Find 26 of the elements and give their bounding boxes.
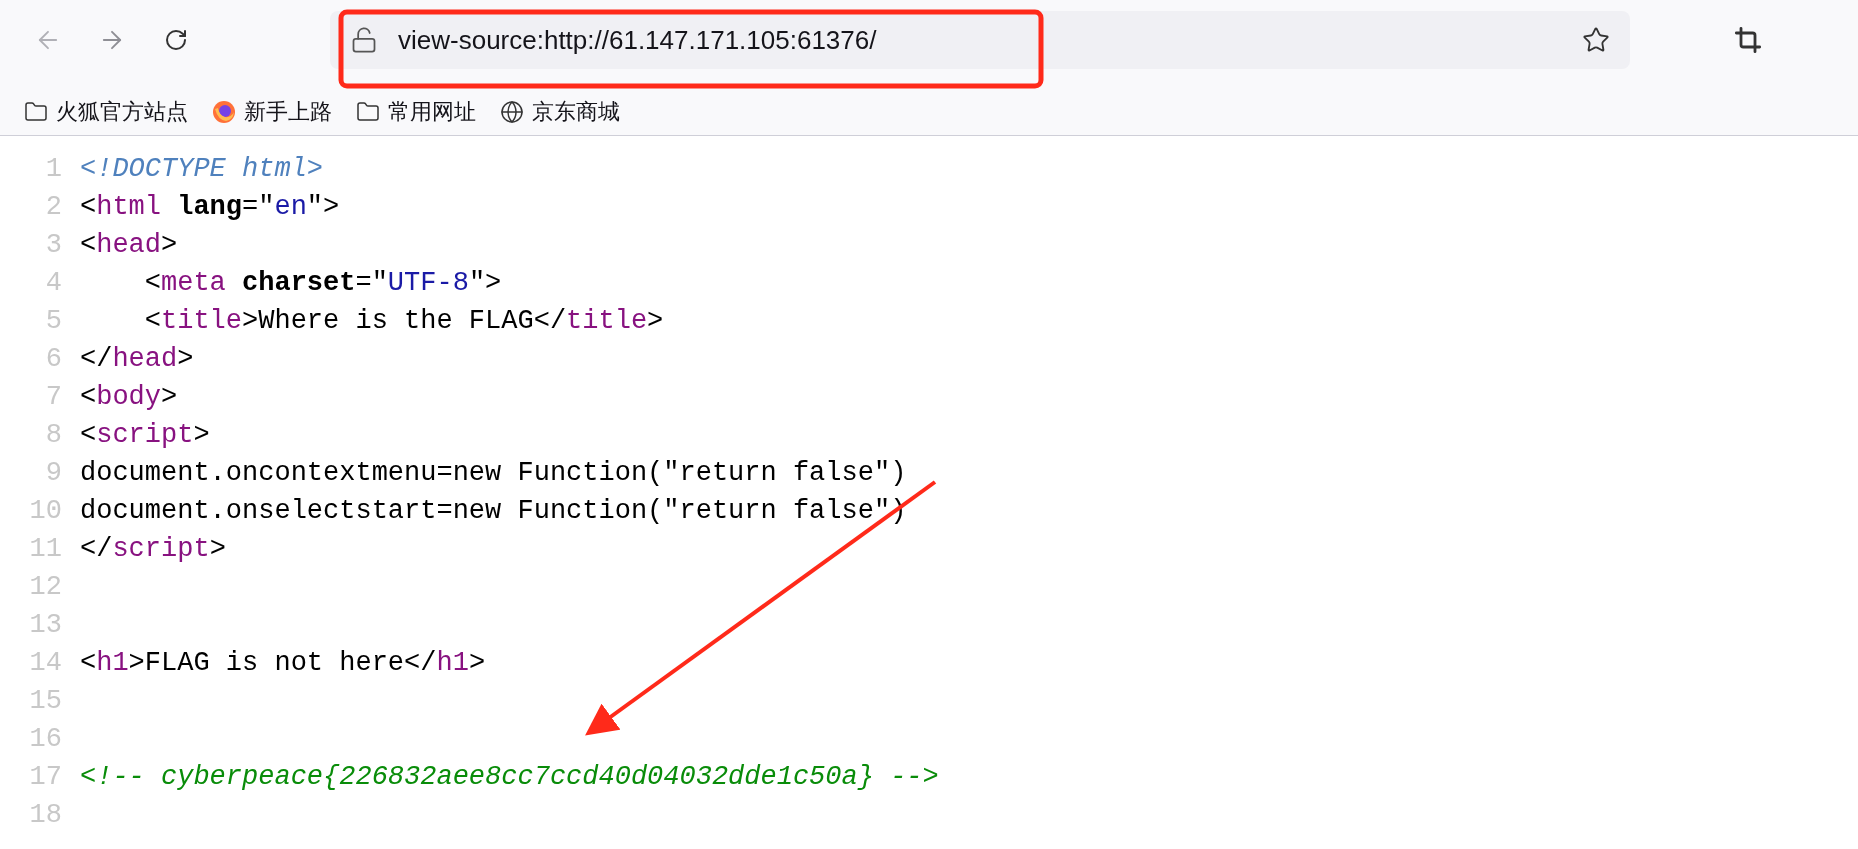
folder-icon — [356, 99, 380, 124]
unlocked-lock-icon — [350, 26, 378, 54]
source-code-line: <!DOCTYPE html> — [80, 153, 324, 186]
crop-icon[interactable] — [1734, 26, 1762, 54]
bookmark-item[interactable]: 火狐官方站点 — [24, 95, 188, 128]
url-text: view-source:http://61.147.171.105:61376/ — [398, 23, 877, 57]
source-code-line: <title>Where is the FLAG</title> — [143, 305, 664, 338]
source-code-line: <head> — [80, 229, 178, 262]
source-code-line: <html lang="en"> — [80, 191, 340, 224]
source-code-line: document.oncontextmenu=new Function("return false") — [80, 457, 907, 490]
reload-icon — [164, 28, 188, 52]
browser-logo-icon — [212, 99, 236, 124]
source-code-line: <body> — [80, 381, 178, 414]
globe-icon — [500, 99, 524, 124]
source-code-line: <meta charset="UTF-8"> — [143, 267, 502, 300]
address-bar[interactable]: view-source:http://61.147.171.105:61376/ — [330, 11, 1630, 69]
folder-icon — [24, 99, 48, 124]
source-code-line: </head> — [80, 343, 194, 376]
source-code-line: <script> — [80, 419, 210, 452]
source-code-line: </script> — [80, 533, 226, 566]
bookmark-item[interactable]: 常用网址 — [356, 95, 476, 128]
source-code-line: <!-- cyberpeace{226832aee8cc7ccd40d04032dde1c50a} --> — [80, 761, 939, 794]
bookmark-item[interactable]: 京东商城 — [500, 95, 620, 128]
source-code-line: <h1>FLAG is not here</h1> — [80, 647, 486, 680]
bookmark-star-icon[interactable] — [1582, 26, 1610, 54]
bookmark-item[interactable]: 新手上路 — [212, 95, 332, 128]
